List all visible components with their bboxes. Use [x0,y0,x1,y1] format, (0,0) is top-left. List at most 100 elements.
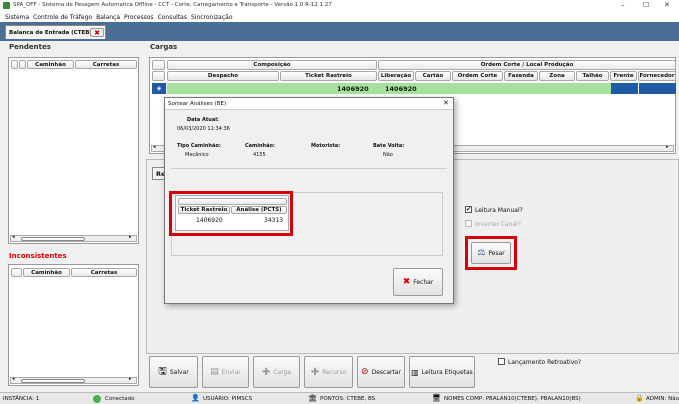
cancel-icon: ⊘ [361,367,369,377]
dialog-title: Sortear Análises (BE) [168,101,227,107]
pendentes-col-check1 [11,60,18,69]
motorista-label: Motorista: [311,143,341,149]
enviar-label: Enviar [221,368,241,376]
row-expand-icon[interactable]: ◈ [152,83,166,94]
pendentes-col-check2 [19,60,26,69]
title-bar: SPA_OFF - Sistema de Pesagem Automatica … [0,0,679,12]
menu-bar: Sistema Controle de Tráfego Balança Proc… [0,12,679,22]
cargas-group-ordem: Ordem Corte / Local Produção [378,60,676,70]
leitura-etiquetas-label: Leitura Etiquetas [421,368,473,376]
cargas-col-fazenda[interactable]: Fazenda [504,71,538,81]
tab-close-icon[interactable]: ✖ [90,28,104,37]
row-ticket: 1406920 [337,85,369,93]
pendentes-title: Pendentes [9,43,51,51]
caminhao-label: Caminhão: [245,143,275,149]
computer-icon: 🖥 [432,394,441,402]
cargas-title: Cargas [150,43,178,51]
status-pontos: PONTOS: CTEBE, BS [320,396,376,402]
save-icon: 🖫 [158,365,167,377]
tab-bar: Balanca de Entrada (CTEBE) ✖ [0,22,679,41]
cargas-col-zona[interactable]: Zona [539,71,575,81]
data-atual-value: 06/03/2020 11:34:36 [177,126,230,132]
cargas-row[interactable]: ◈ 1406920 1406920 [152,83,676,94]
pendentes-table: Caminhão Carretas ◂ ▸ [8,57,139,244]
inconsistentes-scrollbar[interactable]: ◂ ▸ [10,376,137,384]
close-icon: ✖ [402,277,411,287]
lock-icon: 🔒 [635,394,644,402]
status-nomes: NOMES COMP: PBALAN10(CTEBE), PBALAN10(BS… [444,396,581,402]
leitura-manual-checkbox[interactable]: ✔ [465,206,472,213]
close-window-button[interactable]: ✕ [664,1,670,9]
cargas-col-talhao[interactable]: Talhão [576,71,609,81]
inconsistentes-col-caminhao[interactable]: Caminhão [23,268,70,277]
menu-consultas[interactable]: Consultas [158,14,187,21]
bate-volta-value: Não [383,152,393,158]
inconsistentes-title: Inconsistentes [9,252,67,260]
scroll-thumb[interactable] [21,237,85,241]
pendentes-col-caminhao[interactable]: Caminhão [27,60,74,69]
send-icon: ▤ [210,367,219,377]
barcode-icon: ▥ [411,367,419,377]
scroll-right-icon[interactable]: ▸ [666,144,669,150]
menu-processos[interactable]: Processos [124,14,154,21]
cargas-col-fornecedor[interactable]: Fornecedor [638,71,676,81]
pontos-icon: 🏛 [308,394,317,402]
bate-volta-label: Bate Volta: [373,143,405,149]
tab-balanca-entrada[interactable]: Balanca de Entrada (CTEBE) ✖ [5,25,106,39]
inconsistentes-table: Caminhão Carretas ◂ ▸ [8,264,139,386]
menu-balanca[interactable]: Balança [96,14,120,21]
app-icon [3,2,10,9]
cargas-col-despacho[interactable]: Despacho [167,71,279,81]
cargas-col-ticket[interactable]: Ticket Rastreio [280,71,377,81]
cargas-col-check-top [152,60,165,70]
inconsistentes-col-check [11,268,22,277]
scroll-left-icon[interactable]: ◂ [12,234,15,240]
inverter-canal-checkbox [465,220,472,227]
lancamento-checkbox[interactable] [498,358,505,365]
user-icon: 👤 [191,394,200,402]
fechar-button[interactable]: ✖ Fechar [393,268,443,296]
window-title: SPA_OFF - Sistema de Pesagem Automatica … [13,2,332,8]
enviar-button[interactable]: ▤ Enviar [202,356,249,388]
carga-label: Carga [273,368,292,376]
maximize-button[interactable]: ☐ [643,1,649,9]
scroll-right-icon[interactable]: ▸ [129,376,132,382]
menu-sincronizacao[interactable]: Sincronização [191,14,233,21]
inconsistentes-col-carretas[interactable]: Carretas [71,268,137,277]
scroll-thumb[interactable] [21,379,85,383]
menu-controle-trafego[interactable]: Controle de Tráfego [33,14,92,21]
descartar-label: Descartar [371,368,401,376]
scroll-left-icon[interactable]: ◂ [12,376,15,382]
recurso-button[interactable]: ✚ Recurso [304,356,353,388]
cargas-col-ordem-corte[interactable]: Ordem Corte [452,71,503,81]
scroll-left-icon[interactable]: ◂ [153,144,156,150]
salvar-button[interactable]: 🖫 Salvar [149,356,198,388]
data-atual-label: Data Atual: [187,117,219,123]
caminhao-value: 4155 [253,152,266,158]
lancamento-label: Lançamento Retroativo? [508,359,582,366]
pesar-button[interactable]: ⚖ Pesar [471,242,511,264]
pendentes-scrollbar[interactable]: ◂ ▸ [10,234,137,242]
cargas-col-frente[interactable]: Frente [610,71,637,81]
descartar-button[interactable]: ⊘ Descartar [357,356,405,388]
menu-sistema[interactable]: Sistema [5,14,29,21]
row-liberacao: 1406920 [385,85,417,93]
carga-button[interactable]: ✚ Carga [253,356,300,388]
scale-icon: ⚖ [477,248,486,258]
scroll-right-icon[interactable]: ▸ [129,234,132,240]
minimize-button[interactable]: – [621,1,625,9]
row-frente [611,83,638,94]
dialog-divider [171,168,447,169]
cargas-col-cartao[interactable]: Cartão [415,71,451,81]
dialog-title-bar: Sortear Análises (BE) ✕ [165,98,453,110]
tab-label: Balanca de Entrada (CTEBE) [9,29,96,36]
plus-icon: ✚ [310,366,320,378]
pendentes-col-carretas[interactable]: Carretas [75,60,137,69]
leitura-manual-label: Leitura Manual? [475,207,523,214]
dialog-close-button[interactable]: ✕ [443,99,449,107]
pesar-label: Pesar [488,249,505,257]
status-instancia: INSTÂNCIA: 1 [3,396,40,402]
cargas-col-liberacao[interactable]: Liberação [378,71,414,81]
leitura-etiquetas-button[interactable]: ▥ Leitura Etiquetas [409,356,475,388]
status-admin: ADMIN: Não [646,396,679,402]
